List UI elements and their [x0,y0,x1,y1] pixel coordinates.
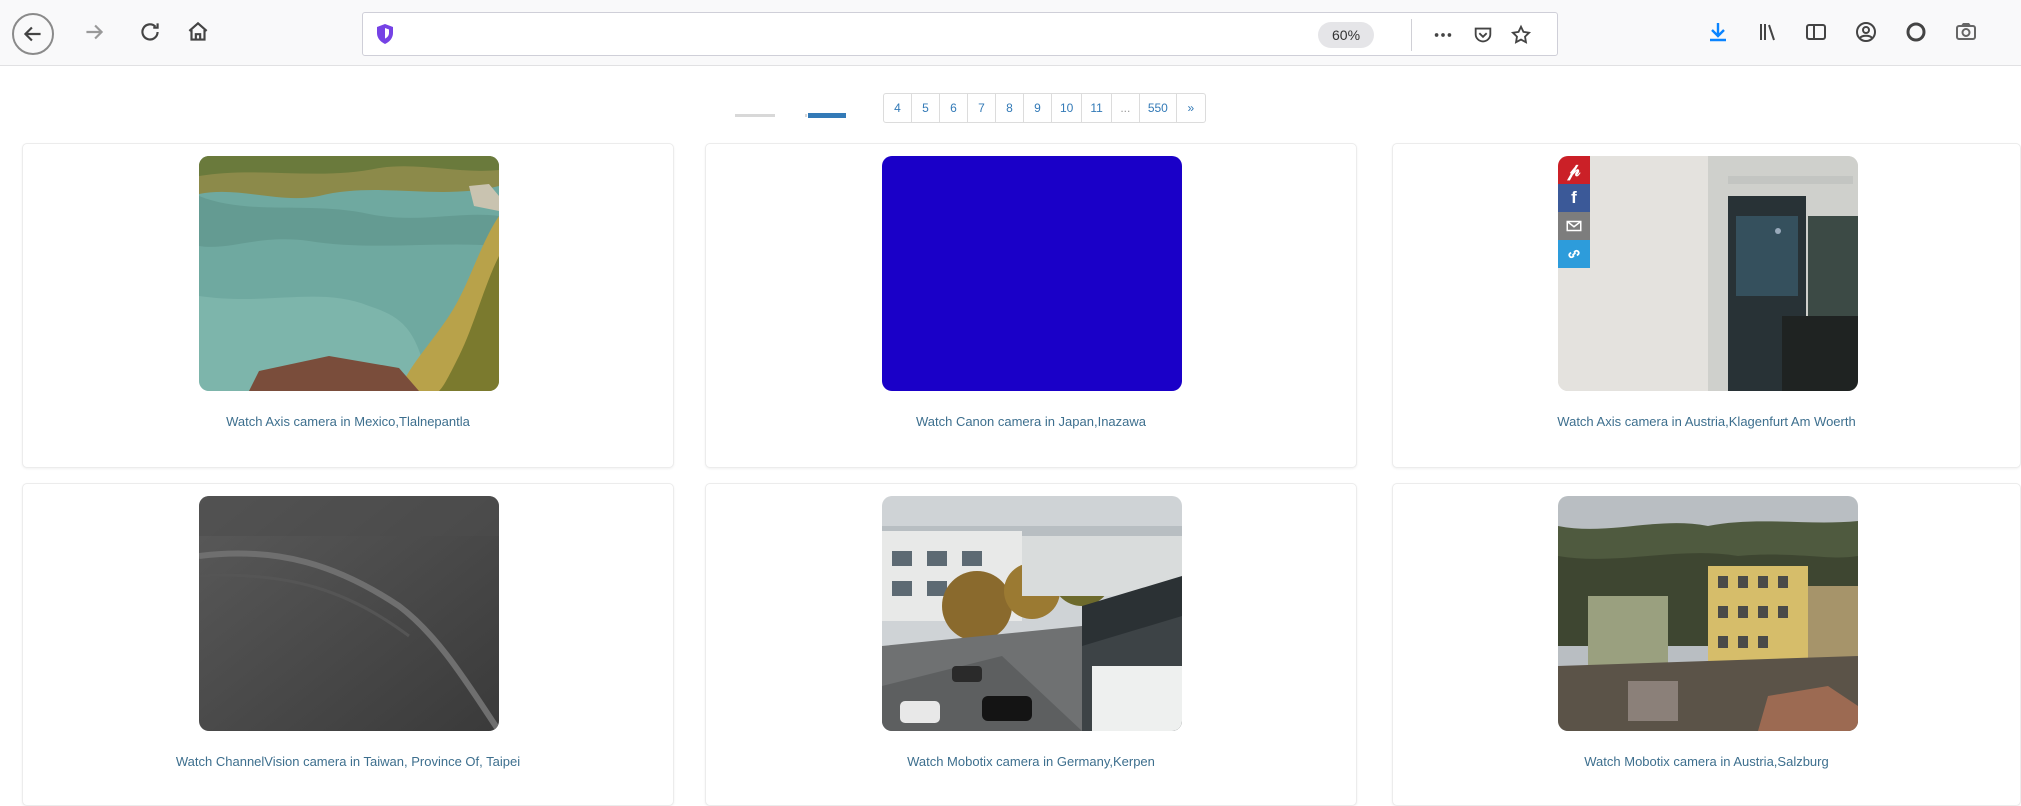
camera-caption-link[interactable]: Watch Axis camera in Mexico,Tlalnepantla [23,414,673,429]
extension-button[interactable] [1900,16,1932,48]
home-button[interactable] [178,12,218,52]
camera-thumbnail[interactable] [882,156,1182,391]
camera-card: Watch ChannelVision camera in Taiwan, Pr… [22,483,674,806]
bookmark-star-icon [1510,24,1532,44]
camera-thumbnail[interactable]: 𝓅f [1558,156,1858,391]
share-bar: 𝓅f [1558,156,1590,268]
camera-card: Watch Canon camera in Japan,Inazawa [705,143,1357,468]
camera-caption-link[interactable]: Watch Canon camera in Japan,Inazawa [706,414,1356,429]
bookmark-button[interactable] [1507,21,1535,49]
camera-card: Watch Mobotix camera in Germany,Kerpen [705,483,1357,806]
extension-icon [1906,22,1926,42]
share-facebook-button[interactable]: f [1558,184,1590,212]
camera-card: 𝓅 f Watch Axis camera in Austria,Klagenfur… [1392,143,2021,468]
library-icon [1760,24,1775,41]
camera-caption-link[interactable]: Watch Mobotix camera in Austria,Salzburg [1393,754,2020,769]
screenshot-icon [1956,23,1976,40]
email-icon [1566,220,1582,232]
page-actions-button[interactable] [1429,21,1457,49]
pagination-page[interactable]: 10 [1052,94,1083,122]
home-icon [188,21,208,41]
reload-icon [141,23,159,41]
pagination-page[interactable]: 11 [1082,94,1112,122]
back-button[interactable] [12,13,54,55]
pagination-page[interactable]: 9 [1024,94,1052,122]
pagination-next[interactable]: » [1177,94,1205,122]
facebook-icon: f [1571,188,1577,207]
pagination-page[interactable]: 6 [940,94,968,122]
share-pinterest-button[interactable]: 𝓅 [1558,156,1590,184]
camera-caption-link[interactable]: Watch Axis camera in Austria,Klagenfurt … [1393,414,2020,429]
zoom-level-badge[interactable]: 60% [1318,22,1375,48]
pagination-page[interactable]: 550 [1140,94,1177,122]
camera-card: Watch Mobotix camera in Austria,Salzburg [1392,483,2021,806]
pagination-ellipsis: ... [1112,94,1140,122]
sidebar-icon [1806,24,1826,40]
sidebar-button[interactable] [1800,16,1832,48]
camera-caption-link[interactable]: Watch ChannelVision camera in Taiwan, Pr… [23,754,673,769]
camera-thumbnail[interactable] [199,156,499,391]
url-separator [1411,19,1412,51]
account-icon [1856,22,1876,42]
pocket-button[interactable] [1469,21,1497,49]
forward-icon [86,24,104,40]
reload-button[interactable] [130,12,170,52]
tracking-shield-icon[interactable] [373,22,397,46]
camera-thumbnail[interactable] [1558,496,1858,731]
browser-toolbar: 60% [0,0,2021,66]
account-button[interactable] [1850,16,1882,48]
pocket-icon [1474,27,1492,43]
pinterest-icon: 𝓅 [1567,159,1581,181]
pagination-page[interactable]: 7 [968,94,996,122]
downloads-button[interactable] [1702,16,1734,48]
pagination-page[interactable]: 4 [884,94,912,122]
camera-thumbnail[interactable] [882,496,1182,731]
back-icon [23,26,41,42]
camera-thumbnail[interactable] [199,496,499,731]
share-link-button[interactable] [1558,240,1590,268]
more-icon [1434,33,1452,37]
library-button[interactable] [1752,16,1784,48]
camera-caption-link[interactable]: Watch Mobotix camera in Germany,Kerpen [706,754,1356,769]
forward-button[interactable] [74,12,114,52]
camera-card: Watch Axis camera in Mexico,Tlalnepantla [22,143,674,468]
download-icon [1710,23,1726,42]
pagination-page[interactable]: 5 [912,94,940,122]
link-icon [1568,249,1580,259]
share-email-button[interactable] [1558,212,1590,240]
screenshot-button[interactable] [1950,16,1982,48]
pagination: 4 5 6 7 8 9 10 11... 550» [883,93,1206,123]
pagination-page[interactable]: 8 [996,94,1024,122]
url-bar[interactable]: 60% [362,12,1558,56]
